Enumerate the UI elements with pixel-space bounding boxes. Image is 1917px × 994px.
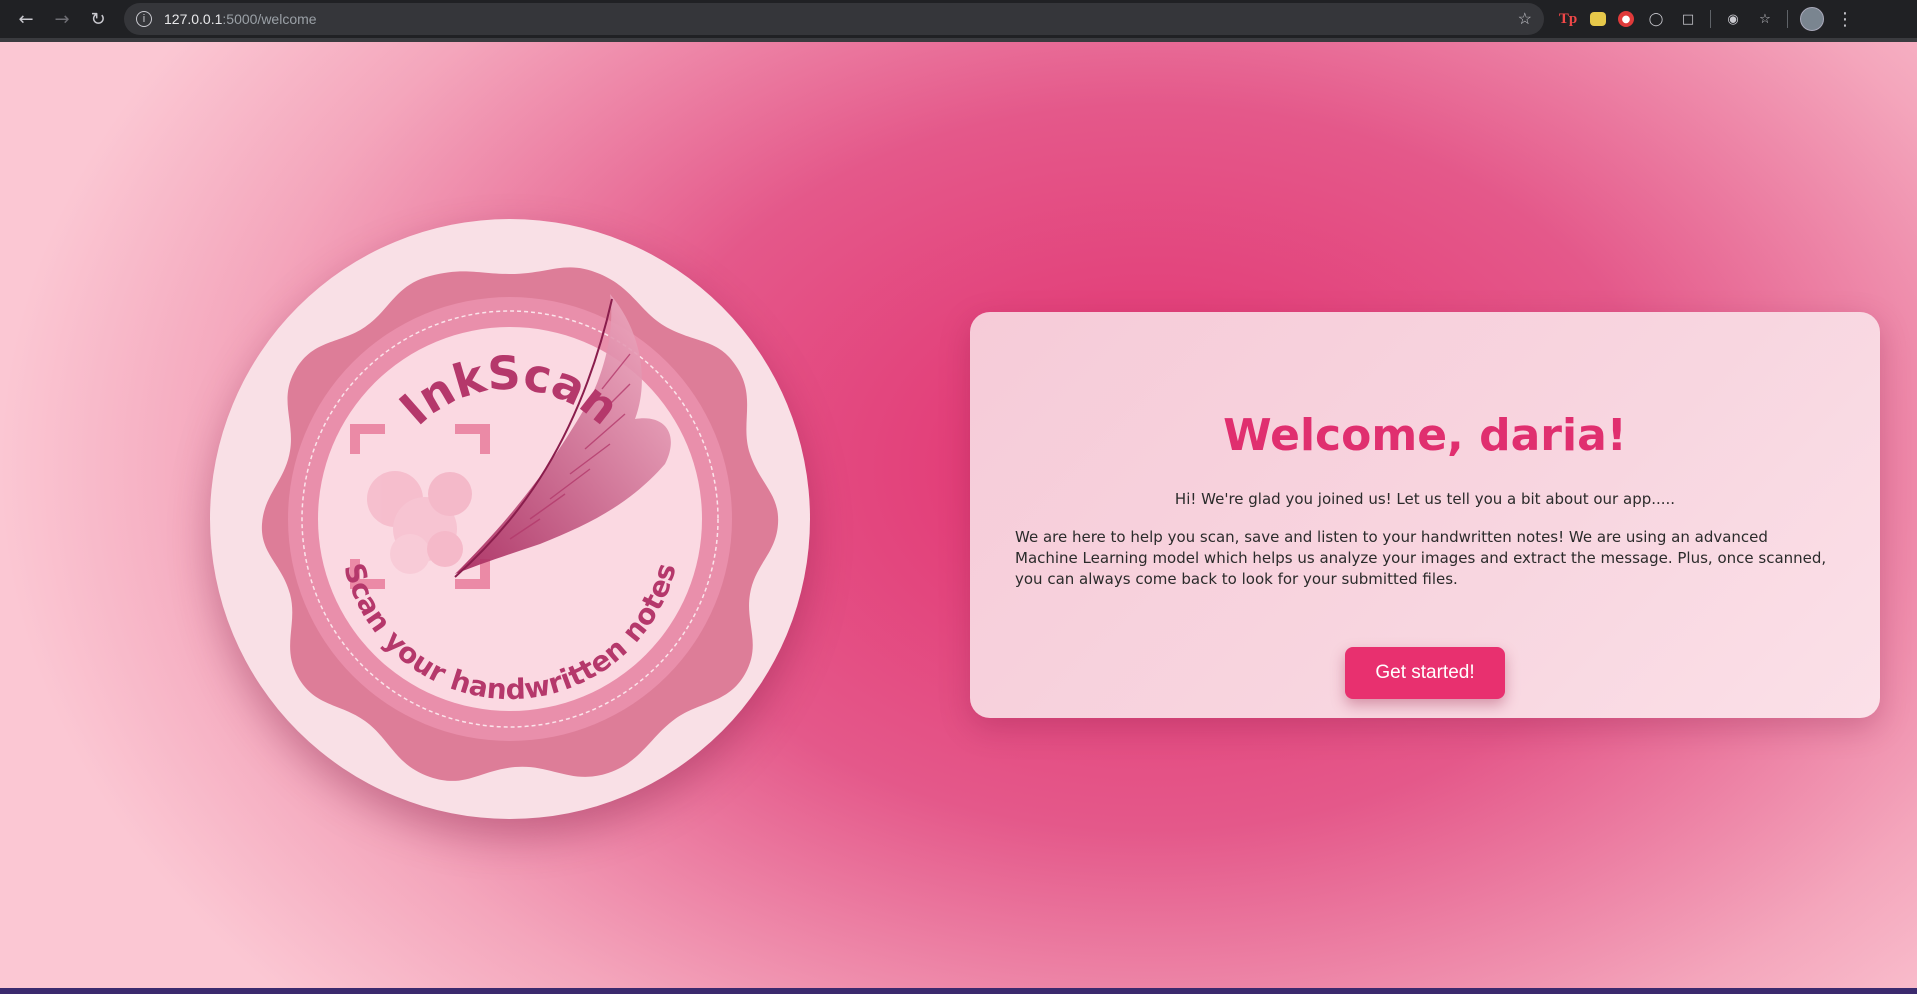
logo-graphic: InkScan Scan your handwritten notes: [261, 267, 779, 781]
welcome-description: We are here to help you scan, save and l…: [1015, 528, 1827, 588]
reload-icon[interactable]: ↻: [80, 1, 116, 37]
forward-icon[interactable]: →: [44, 1, 80, 37]
back-icon[interactable]: ←: [8, 1, 44, 37]
bookmark-star-icon[interactable]: ☆: [1518, 9, 1532, 29]
url-path: :5000/welcome: [222, 11, 317, 27]
extension-globe-icon[interactable]: ◯: [1646, 9, 1666, 29]
address-bar[interactable]: i 127.0.0.1:5000/welcome ☆: [124, 3, 1544, 35]
taskbar-edge: [0, 988, 1917, 994]
toolbar-divider: [1787, 10, 1788, 28]
menu-kebab-icon[interactable]: ⋮: [1836, 9, 1854, 30]
extension-tp-icon[interactable]: Tp: [1558, 9, 1578, 29]
extensions-bar: Tp ● ◯ □ ◉ ☆ ⋮: [1558, 7, 1854, 31]
extension-yellow-icon[interactable]: [1590, 12, 1606, 26]
toolbar-divider: [1710, 10, 1711, 28]
bookmarks-star-icon[interactable]: ☆: [1755, 9, 1775, 29]
welcome-card: Welcome, daria! Hi! We're glad you joine…: [970, 312, 1880, 718]
extension-red-icon[interactable]: ●: [1618, 11, 1634, 27]
welcome-title: Welcome, daria!: [1223, 410, 1627, 461]
site-info-icon[interactable]: i: [136, 11, 152, 27]
profile-avatar[interactable]: [1800, 7, 1824, 31]
welcome-page: InkScan Scan your handwritten notes Welc…: [0, 42, 1917, 988]
browser-toolbar: ← → ↻ i 127.0.0.1:5000/welcome ☆ Tp ● ◯ …: [0, 0, 1917, 38]
inkscan-logo: InkScan Scan your handwritten notes: [210, 219, 810, 819]
welcome-intro: Hi! We're glad you joined us! Let us tel…: [1174, 490, 1676, 508]
get-started-button[interactable]: Get started!: [1345, 647, 1505, 699]
extensions-puzzle-icon[interactable]: □: [1678, 9, 1698, 29]
url-host: 127.0.0.1: [164, 11, 223, 27]
incognito-icon[interactable]: ◉: [1723, 9, 1743, 29]
